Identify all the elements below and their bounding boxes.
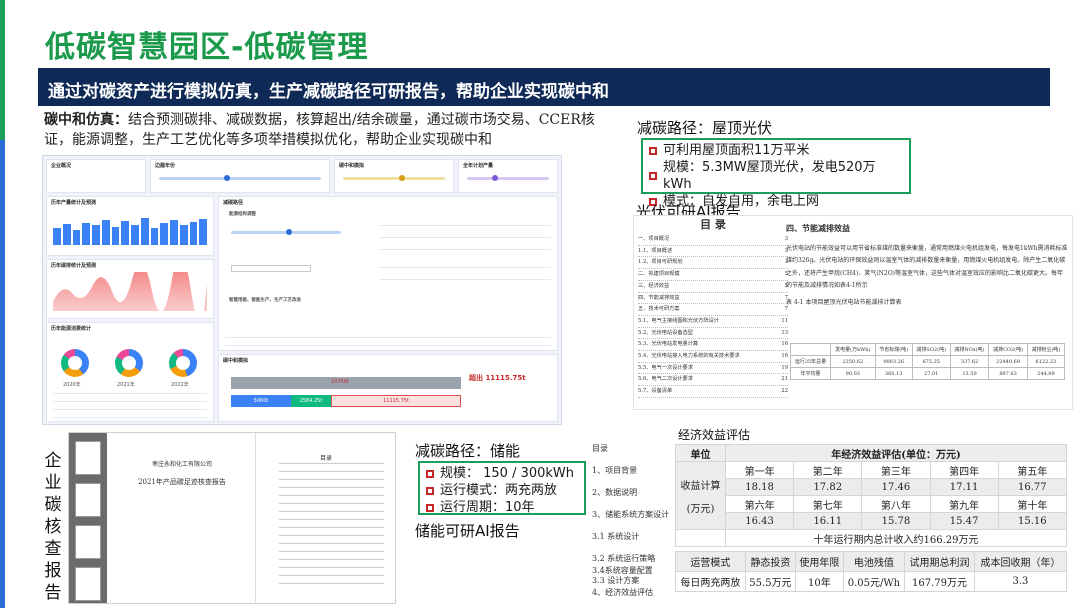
panel-enterprise: 企业概况 (46, 159, 146, 193)
bullet-icon (649, 172, 657, 180)
doc-toc-page: 目录 (257, 433, 395, 603)
toc-item: 二、拟建项目规模 5 (638, 269, 788, 281)
panel-consumption: 历年能源消费统计 2020年 2021年 2022年 (46, 322, 214, 422)
toc-item: 一、项目概况 3 (638, 234, 788, 246)
toc-item: 四、节能减排效益 7 (638, 293, 788, 305)
toc-item: 5.3、光伏电站发电量计算 16 (638, 339, 788, 352)
output-bar-chart (53, 217, 207, 245)
pv-report-preview: 目 录 一、项目概况 3 1.1、项目概述 3 1.2、项目可研规划 3 二、拟建项目规模 5… (633, 215, 1073, 410)
left-accent-bar (0, 0, 5, 608)
doc-thumbnail-sidebar (69, 433, 107, 603)
doc-cover-page: 枣庄永和化工有限公司 2021年产品碳足迹核查报告 (111, 433, 253, 603)
panel-simulation: 碳中和模拟 10750t 5060t 2584.25t 11115.75t 超出… (218, 354, 558, 422)
panel-year-slider[interactable]: 边履年份 (150, 159, 330, 193)
verification-report-preview: 枣庄永和化工有限公司 2021年产品碳足迹核查报告 目录 (68, 432, 396, 604)
toc-item: 5.1、电气主接线图和光伏方阵设计 11 (638, 316, 788, 328)
donut-2020 (61, 349, 89, 377)
bullet-icon (426, 469, 434, 478)
panel-history-carbon: 历年碳排统计及预测 (46, 259, 214, 319)
toc-item: 5.5、电气一次设计要求 19 (638, 363, 788, 375)
pv-toc: 目 录 一、项目概况 3 1.1、项目概述 3 1.2、项目可研规划 3 二、拟建项目规模 5… (638, 216, 788, 398)
rooftop-box: 可利用屋顶面积11万平米 规模：5.3MW屋顶光伏，发电520万kWh 模式：自… (641, 138, 911, 209)
rooftop-heading: 减碳路径：屋顶光伏 (637, 119, 773, 137)
energy-select[interactable] (231, 265, 311, 272)
toc-item: 五、技术可研方案 7 (638, 304, 788, 316)
economics-title: 经济效益评估 (678, 428, 751, 442)
pv-section: 四、节能减排效益 光伏电站的节能效益可以用节省标准煤的数量来衡量，通常用燃煤火电… (786, 223, 1068, 306)
bullet-icon (426, 503, 434, 512)
panel-plan[interactable]: 全年计划产量 (458, 159, 558, 193)
toc-item: 5.2、光伏电站设备选型 13 (638, 328, 788, 340)
toc-item: 三、经济效益 5 (638, 281, 788, 293)
verification-label: 企业碳核查报告 (44, 451, 62, 603)
bullet-icon (426, 486, 434, 495)
donut-2022 (169, 349, 197, 377)
carbon-area-chart (53, 272, 207, 312)
toc-item: 1.2、项目可研规划 3 (638, 257, 788, 270)
storage-report-heading: 储能可研AI报告 (415, 522, 520, 540)
economics-summary-table: 运营模式 静态投资 使用年限 电池残值 试用期总利润 成本回收期（年） 每日两充两放 55.… (675, 551, 1068, 592)
economics-table: 单位 年经济效益评估(单位：万元) 收益计算 (万元) 第一年 第二年 第三年 第四年第… (675, 444, 1068, 547)
carbon-neutral-dashboard: 企业概况 边履年份 碳中和模拟 全年计划产量 历年产量统计及预测 历年碳排统计及… (42, 155, 562, 425)
page-title: 低碳智慧园区-低碳管理 (45, 30, 369, 65)
panel-history-output: 历年产量统计及预测 (46, 196, 214, 256)
toc-item: 5.6、电气二次设计要求 21 (638, 374, 788, 387)
pv-reduction-table: 发电量(万kWh) 节省标煤(吨) 减排SO2(吨) 减排NOx(吨) 减排CO2(吨)… (789, 343, 1066, 380)
subtitle-banner: 通过对碳资产进行模拟仿真，生产减碳路径可研报告，帮助企业实现碳中和 (38, 68, 1050, 106)
intro-paragraph: 碳中和仿真：结合预测碳排、减碳数据，核算超出/结余碳量，通过碳市场交易、CCER… (44, 110, 614, 150)
panel-reduction-path: 减碳路径 能源结构调整 智慧用能、智能生产、生产工艺改进 (218, 196, 558, 351)
panel-deduct[interactable]: 碳中和模拟 (334, 159, 454, 193)
toc-item: 5.4、光伏电站接入电力系统的有关技术要求 16 (638, 351, 788, 363)
intro-label: 碳中和仿真： (44, 112, 128, 128)
storage-heading: 减碳路径：储能 (415, 442, 521, 460)
toc-item: 1.1、项目概述 3 (638, 246, 788, 258)
toc-item: 5.7、设备清单 22 (638, 386, 788, 398)
bullet-icon (649, 146, 657, 155)
storage-box: 规模： 150 / 300kWh 运行模式：两充两放 运行周期：10年 (418, 461, 586, 515)
donut-2021 (115, 349, 143, 377)
